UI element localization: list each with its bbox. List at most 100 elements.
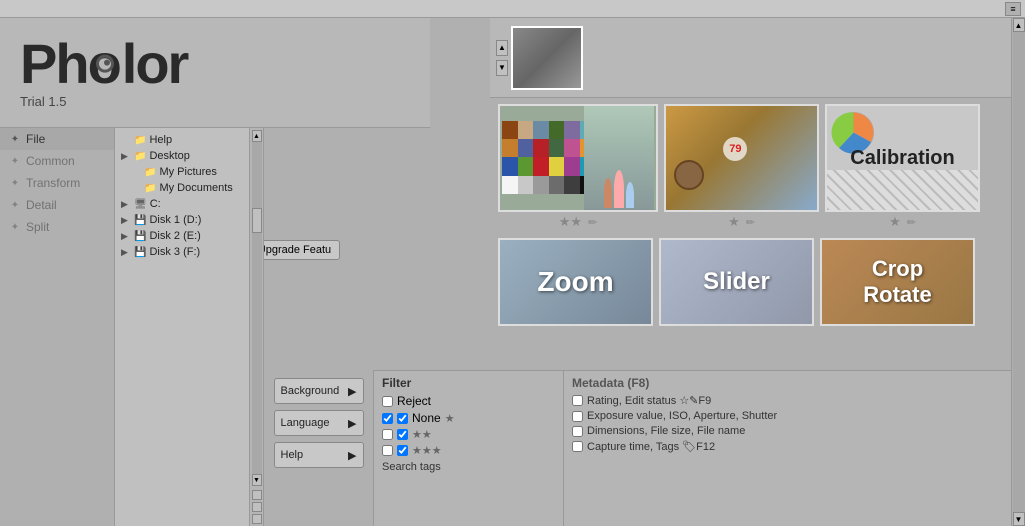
metadata-title: Metadata (F8) (572, 376, 1003, 390)
scroll-extra2[interactable] (252, 502, 262, 512)
tree-item-mydocuments[interactable]: 📁 My Documents (115, 180, 249, 196)
tree-label-help: Help (149, 134, 172, 146)
buttons-panel: Background ▶ Language ▶ Help ▶ (264, 370, 374, 526)
tree-label-mydocuments: My Documents (159, 182, 232, 194)
image-bottom-1: ★★ ✏ (559, 214, 598, 230)
filter-twostar-checkbox1[interactable] (382, 445, 393, 456)
meta-rating-checkbox[interactable] (572, 395, 583, 406)
help-btn-arrow: ▶ (348, 449, 356, 462)
character-1 (674, 160, 709, 205)
tree-item-desktop[interactable]: ▶ 📁 Desktop (115, 148, 249, 164)
image-frame-1[interactable] (498, 104, 658, 212)
meta-row-capture: Capture time, Tags 🏷F12 (572, 440, 1003, 453)
folder-icon-disk3: 💾 (134, 247, 146, 258)
filter-onestar-checkbox2[interactable] (397, 429, 408, 440)
language-btn-arrow: ▶ (348, 417, 356, 430)
sidebar: ✦ File ✦ Common ✦ Transform ✦ Detail ✦ S… (0, 128, 115, 526)
thumb-nav-arrows: ▲ ▼ (496, 40, 508, 76)
thumb-selected[interactable] (511, 26, 583, 90)
scroll-extra[interactable] (252, 490, 262, 500)
lens-icon (96, 55, 114, 73)
right-scroll-up[interactable]: ▲ (1013, 18, 1025, 32)
filter-reject-label: Reject (397, 394, 431, 408)
filter-title: Filter (382, 376, 555, 390)
images-row: ★★ ✏ 79 ★ ✏ (490, 98, 1011, 236)
filter-row-none: None ★ (382, 411, 555, 425)
menu-btn[interactable]: ≡ (1005, 2, 1021, 16)
sidebar-item-transform[interactable]: ✦ Transform (0, 172, 114, 194)
feat-slider[interactable]: Slider (659, 238, 814, 326)
calibration-label: Calibration (850, 147, 954, 169)
tree-item-mypictures[interactable]: 📁 My Pictures (115, 164, 249, 180)
meta-dimensions-checkbox[interactable] (572, 426, 583, 437)
thumb-strip: ▲ ▼ (490, 18, 1011, 98)
feature-row: Zoom Slider CropRotate (490, 236, 1011, 328)
lens-dot (104, 60, 110, 66)
feat-zoom[interactable]: Zoom (498, 238, 653, 326)
sidebar-item-common[interactable]: ✦ Common (0, 150, 114, 172)
edit-icon-2: ✏ (746, 216, 755, 229)
scroll-thumb[interactable] (252, 208, 262, 233)
folder-icon-disk1: 💾 (134, 215, 146, 226)
file-tree: 📁 Help ▶ 📁 Desktop 📁 My Pictures 📁 My Do… (115, 128, 250, 526)
language-btn-label: Language (281, 417, 330, 429)
tree-arrow-disk1: ▶ (121, 215, 131, 226)
folder-icon-c: 🖥 (134, 199, 147, 210)
meta-row-exposure: Exposure value, ISO, Aperture, Shutter (572, 410, 1003, 422)
meta-capture-label: Capture time, Tags 🏷F12 (587, 440, 715, 453)
feat-crop[interactable]: CropRotate (820, 238, 975, 326)
background-btn-arrow: ▶ (348, 385, 356, 398)
filter-onestar-checkbox1[interactable] (382, 429, 393, 440)
file-icon: ✦ (8, 132, 22, 146)
logo-text2: lor (122, 36, 188, 92)
folder-icon-disk2: 💾 (134, 231, 146, 242)
meta-rating-label: Rating, Edit status ☆✎F9 (587, 394, 711, 407)
right-scrollbar: ▲ ▼ (1011, 18, 1025, 526)
meta-exposure-label: Exposure value, ISO, Aperture, Shutter (587, 410, 777, 422)
filter-none-label: None (412, 411, 441, 425)
help-button[interactable]: Help ▶ (274, 442, 364, 468)
thumb-nav-up[interactable]: ▲ (496, 40, 508, 56)
filter-none-checkbox[interactable] (382, 413, 393, 424)
image-frame-2[interactable]: 79 (664, 104, 819, 212)
bottom-panels: Filter Reject None ★ ★★ ★★★ Search tags (374, 370, 1011, 526)
scroll-extra3[interactable] (252, 514, 262, 524)
tree-item-c[interactable]: ▶ 🖥 C: (115, 196, 249, 212)
sidebar-item-transform-label: Transform (26, 176, 80, 190)
sidebar-item-detail-label: Detail (26, 198, 57, 212)
scroll-down-btn[interactable]: ▼ (252, 474, 262, 486)
image-bottom-3: ★ ✏ (889, 214, 916, 230)
sidebar-item-split-label: Split (26, 220, 49, 234)
meta-exposure-checkbox[interactable] (572, 411, 583, 422)
background-button[interactable]: Background ▶ (274, 378, 364, 404)
folder-icon-mypictures: 📁 (144, 167, 156, 178)
filter-reject-checkbox[interactable] (382, 396, 393, 407)
image-frame-3[interactable]: Calibration (825, 104, 980, 212)
tree-item-disk1[interactable]: ▶ 💾 Disk 1 (D:) (115, 212, 249, 228)
sidebar-item-split[interactable]: ✦ Split (0, 216, 114, 238)
scroll-up-btn[interactable]: ▲ (252, 130, 262, 142)
meta-capture-checkbox[interactable] (572, 441, 583, 452)
tree-label-disk2: Disk 2 (E:) (149, 230, 200, 242)
background-btn-label: Background (281, 385, 340, 397)
folder-icon-help: 📁 (134, 135, 146, 146)
dolls-area (584, 106, 654, 210)
filter-none-star-checkbox[interactable] (397, 413, 408, 424)
thumb-nav-down[interactable]: ▼ (496, 60, 508, 76)
tree-item-disk2[interactable]: ▶ 💾 Disk 2 (E:) (115, 228, 249, 244)
logo-o: o (88, 36, 122, 92)
sidebar-item-detail[interactable]: ✦ Detail (0, 194, 114, 216)
filter-row-twostar: ★★★ (382, 444, 555, 457)
tree-item-disk3[interactable]: ▶ 💾 Disk 3 (F:) (115, 244, 249, 260)
sidebar-item-file[interactable]: ✦ File (0, 128, 114, 150)
right-scroll-down[interactable]: ▼ (1013, 512, 1025, 526)
filter-twostar-checkbox2[interactable] (397, 445, 408, 456)
detail-icon: ✦ (8, 198, 22, 212)
metadata-panel: Metadata (F8) Rating, Edit status ☆✎F9 E… (564, 371, 1011, 526)
tree-item-help[interactable]: 📁 Help (115, 132, 249, 148)
right-scroll-track (1013, 32, 1025, 512)
tree-arrow-c: ▶ (121, 199, 131, 210)
language-button[interactable]: Language ▶ (274, 410, 364, 436)
edit-icon-1: ✏ (588, 216, 597, 229)
image-card-3: Calibration ★ ✏ (825, 104, 980, 230)
